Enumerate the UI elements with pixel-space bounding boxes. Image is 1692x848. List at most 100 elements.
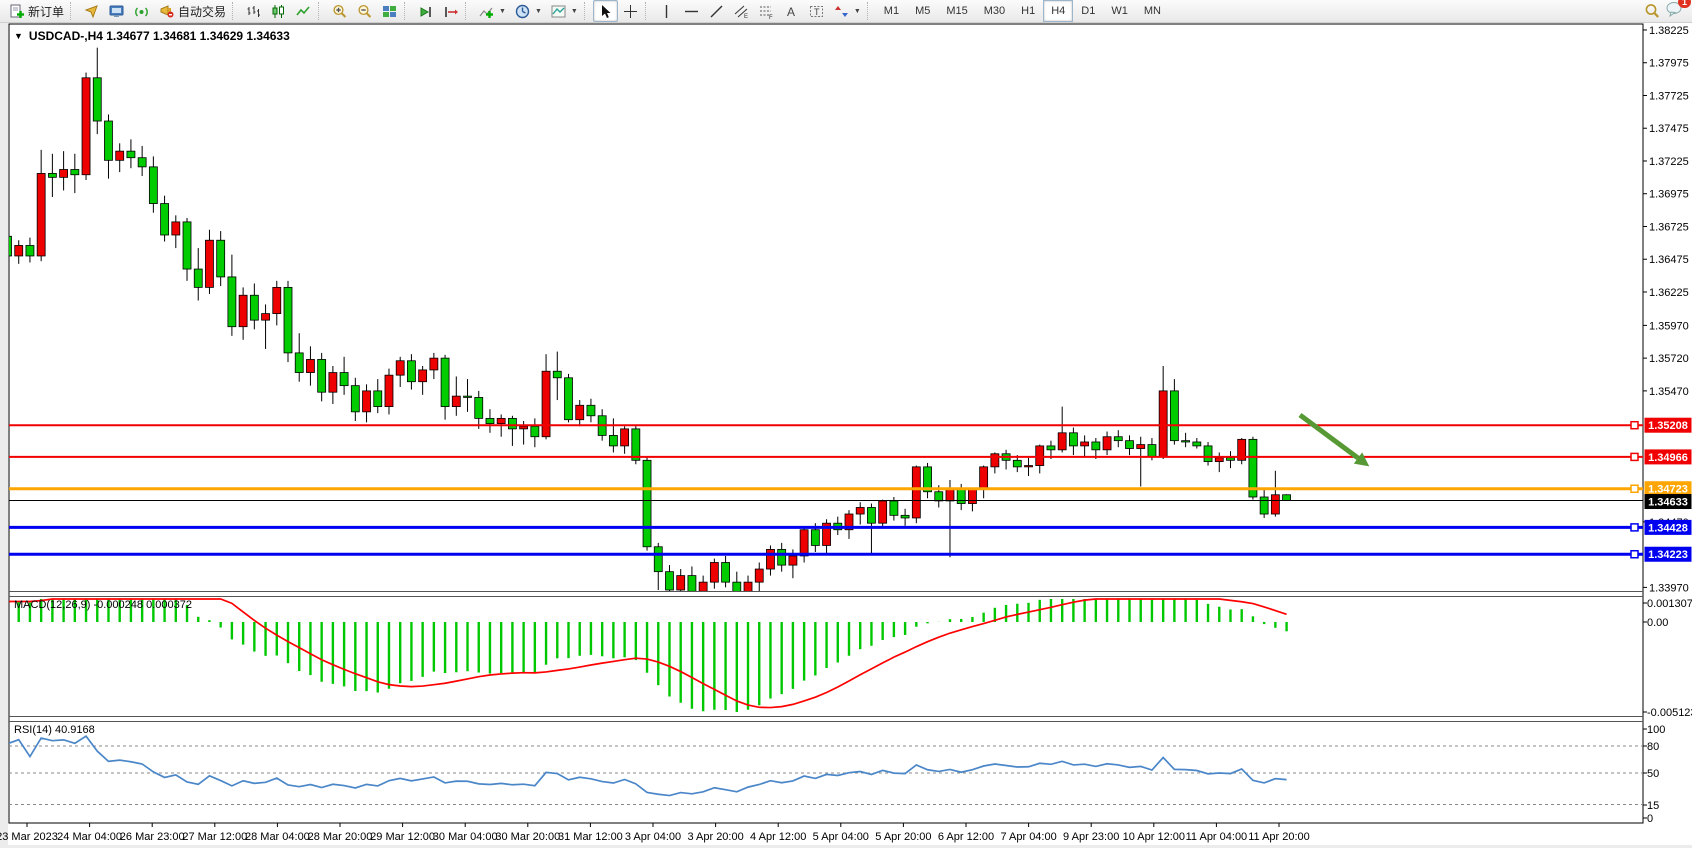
vertical-line-icon xyxy=(658,3,675,20)
chevron-down-icon: ▼ xyxy=(571,8,578,15)
crosshair-tool-button[interactable] xyxy=(618,0,643,22)
periods-icon xyxy=(514,3,531,20)
timeframe-button-M15[interactable]: M15 xyxy=(938,0,975,22)
notification-badge: 1 xyxy=(1678,0,1691,8)
autoscroll-icon xyxy=(417,3,434,20)
candlestick-icon xyxy=(270,3,287,20)
channel-tool-button[interactable]: E xyxy=(729,0,754,22)
price-badge-1.34966: 1.34966 xyxy=(1645,449,1692,464)
chart-dropdown-icon[interactable]: ▼ xyxy=(14,31,23,41)
svg-text:6 Apr 12:00: 6 Apr 12:00 xyxy=(938,831,994,843)
text-tool-button[interactable]: A xyxy=(779,0,804,22)
indicators-button[interactable]: ▼ xyxy=(474,0,510,22)
candlestick-button[interactable] xyxy=(266,0,291,22)
timeframe-button-M30[interactable]: M30 xyxy=(976,0,1013,22)
svg-text:1.34723: 1.34723 xyxy=(1648,484,1688,496)
separator xyxy=(232,2,237,20)
svg-text:80: 80 xyxy=(1647,741,1659,753)
rsi-indicator-label: RSI(14) 40.9168 xyxy=(14,724,95,736)
svg-text:27 Mar 12:00: 27 Mar 12:00 xyxy=(182,831,247,843)
bar-chart-icon xyxy=(245,3,262,20)
svg-text:28 Mar 20:00: 28 Mar 20:00 xyxy=(308,831,373,843)
separator xyxy=(404,2,409,20)
new-order-icon xyxy=(8,3,25,20)
zoom-in-button[interactable] xyxy=(327,0,352,22)
svg-text:-0.005123: -0.005123 xyxy=(1647,707,1692,719)
tile-windows-icon xyxy=(381,3,398,20)
svg-text:1.38225: 1.38225 xyxy=(1649,25,1689,37)
timeframe-button-M5[interactable]: M5 xyxy=(907,0,938,22)
price-badge-1.35208: 1.35208 xyxy=(1645,418,1692,433)
templates-button[interactable]: ▼ xyxy=(546,0,582,22)
svg-text:A: A xyxy=(787,5,795,19)
chart-title-text: USDCAD-,H4 1.34677 1.34681 1.34629 1.346… xyxy=(29,29,290,43)
svg-text:0.00: 0.00 xyxy=(1647,617,1668,629)
price-badge-1.34223: 1.34223 xyxy=(1645,547,1692,562)
timeframe-button-MN[interactable]: MN xyxy=(1136,0,1169,22)
svg-text:26 Mar 23:00: 26 Mar 23:00 xyxy=(120,831,185,843)
chart-header: ▼ USDCAD-,H4 1.34677 1.34681 1.34629 1.3… xyxy=(14,29,290,43)
svg-text:5 Apr 04:00: 5 Apr 04:00 xyxy=(813,831,869,843)
timeframe-button-H4[interactable]: H4 xyxy=(1043,0,1073,22)
autoscroll-button[interactable] xyxy=(413,0,438,22)
separator xyxy=(318,2,323,20)
svg-text:31 Mar 12:00: 31 Mar 12:00 xyxy=(558,831,623,843)
timeframe-group: M1M5M15M30H1H4D1W1MN xyxy=(876,0,1169,22)
main-toolbar: 新订单 自动交易 xyxy=(0,0,1692,23)
svg-text:30 Mar 20:00: 30 Mar 20:00 xyxy=(495,831,560,843)
cursor-tool-button[interactable] xyxy=(593,0,618,22)
signals-icon xyxy=(133,3,150,20)
autotrade-icon xyxy=(158,3,175,20)
periods-button[interactable]: ▼ xyxy=(510,0,546,22)
cursor-icon xyxy=(597,3,614,20)
timeframe-button-M1[interactable]: M1 xyxy=(876,0,907,22)
fibonacci-tool-button[interactable]: F xyxy=(754,0,779,22)
price-badge-1.34723: 1.34723 xyxy=(1645,481,1692,496)
tile-windows-button[interactable] xyxy=(377,0,402,22)
horizontal-line-tool-button[interactable] xyxy=(679,0,704,22)
svg-text:1.33970: 1.33970 xyxy=(1649,582,1689,594)
chevron-down-icon: ▼ xyxy=(535,8,542,15)
svg-text:0: 0 xyxy=(1647,813,1653,825)
svg-text:11 Apr 04:00: 11 Apr 04:00 xyxy=(1186,831,1248,843)
zoom-out-button[interactable] xyxy=(352,0,377,22)
separator xyxy=(70,2,75,20)
line-chart-icon xyxy=(295,3,312,20)
svg-text:1.37975: 1.37975 xyxy=(1649,58,1689,70)
chart-shift-icon xyxy=(442,3,459,20)
bar-chart-button[interactable] xyxy=(241,0,266,22)
svg-text:1.36475: 1.36475 xyxy=(1649,254,1689,266)
line-chart-button[interactable] xyxy=(291,0,316,22)
svg-text:3 Apr 20:00: 3 Apr 20:00 xyxy=(687,831,743,843)
svg-text:1.34428: 1.34428 xyxy=(1648,522,1688,534)
svg-text:15: 15 xyxy=(1647,800,1659,812)
svg-text:4 Apr 12:00: 4 Apr 12:00 xyxy=(750,831,806,843)
yellow-pointer-button[interactable] xyxy=(79,0,104,22)
text-icon: A xyxy=(783,3,800,20)
new-order-button[interactable]: 新订单 xyxy=(4,0,68,22)
timeframe-button-W1[interactable]: W1 xyxy=(1103,0,1136,22)
separator xyxy=(584,2,589,20)
timeframe-button-D1[interactable]: D1 xyxy=(1073,0,1103,22)
trendline-tool-button[interactable] xyxy=(704,0,729,22)
svg-text:10 Apr 12:00: 10 Apr 12:00 xyxy=(1123,831,1185,843)
zoom-out-icon xyxy=(356,3,373,20)
search-icon[interactable] xyxy=(1643,3,1660,20)
yellow-pointer-icon xyxy=(83,3,100,20)
templates-icon xyxy=(550,3,567,20)
signals-button[interactable] xyxy=(129,0,154,22)
svg-text:1.35208: 1.35208 xyxy=(1648,420,1688,432)
autotrade-button[interactable]: 自动交易 xyxy=(154,0,230,22)
vertical-line-tool-button[interactable] xyxy=(654,0,679,22)
chat-button[interactable]: 1 xyxy=(1666,1,1684,22)
svg-text:1.37475: 1.37475 xyxy=(1649,123,1689,135)
svg-text:23 Mar 2023: 23 Mar 2023 xyxy=(0,831,58,843)
text-label-tool-button[interactable]: T xyxy=(804,0,829,22)
chart-shift-button[interactable] xyxy=(438,0,463,22)
svg-text:28 Mar 04:00: 28 Mar 04:00 xyxy=(245,831,310,843)
terminal-button[interactable] xyxy=(104,0,129,22)
arrows-tool-button[interactable]: ▼ xyxy=(829,0,865,22)
svg-text:T: T xyxy=(814,7,820,17)
timeframe-button-H1[interactable]: H1 xyxy=(1013,0,1043,22)
chart-canvas[interactable]: 1.382251.379751.377251.374751.372251.369… xyxy=(0,0,1692,848)
